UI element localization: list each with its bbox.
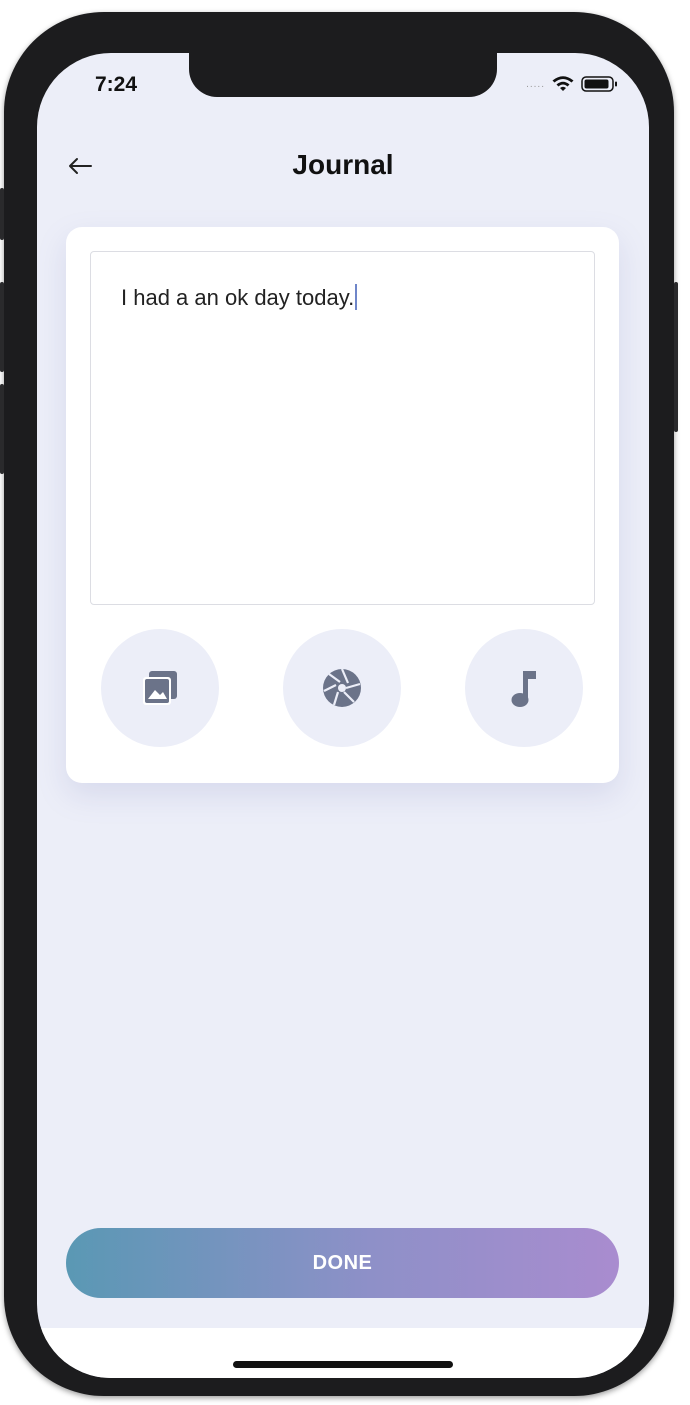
bottom-bar (37, 1328, 649, 1378)
volume-up-button (0, 282, 4, 372)
done-button[interactable]: DONE (66, 1228, 619, 1298)
home-indicator[interactable] (233, 1361, 453, 1368)
battery-icon (581, 76, 617, 92)
journal-card: I had a an ok day today. (66, 227, 619, 783)
page-title: Journal (292, 149, 394, 180)
camera-aperture-icon (323, 668, 361, 707)
journal-entry-text: I had a an ok day today. (121, 285, 355, 310)
notch (189, 53, 497, 97)
phone-frame: 7:24 ..... Journal I had a an ok day tod… (0, 12, 678, 1396)
text-caret (355, 284, 358, 310)
status-icons: ..... (526, 75, 619, 93)
wifi-icon (552, 76, 574, 91)
camera-button[interactable] (283, 629, 401, 747)
power-button (674, 282, 678, 432)
journal-entry-input[interactable]: I had a an ok day today. (90, 251, 595, 605)
mute-switch (0, 188, 4, 240)
gallery-icon (143, 671, 177, 705)
add-music-button[interactable] (465, 629, 583, 747)
screen: 7:24 ..... Journal I had a an ok day tod… (37, 53, 649, 1378)
signal-icon: ..... (526, 78, 545, 90)
add-photo-button[interactable] (101, 629, 219, 747)
volume-down-button (0, 384, 4, 474)
status-time: 7:24 (95, 73, 138, 96)
music-note-icon (511, 671, 536, 707)
